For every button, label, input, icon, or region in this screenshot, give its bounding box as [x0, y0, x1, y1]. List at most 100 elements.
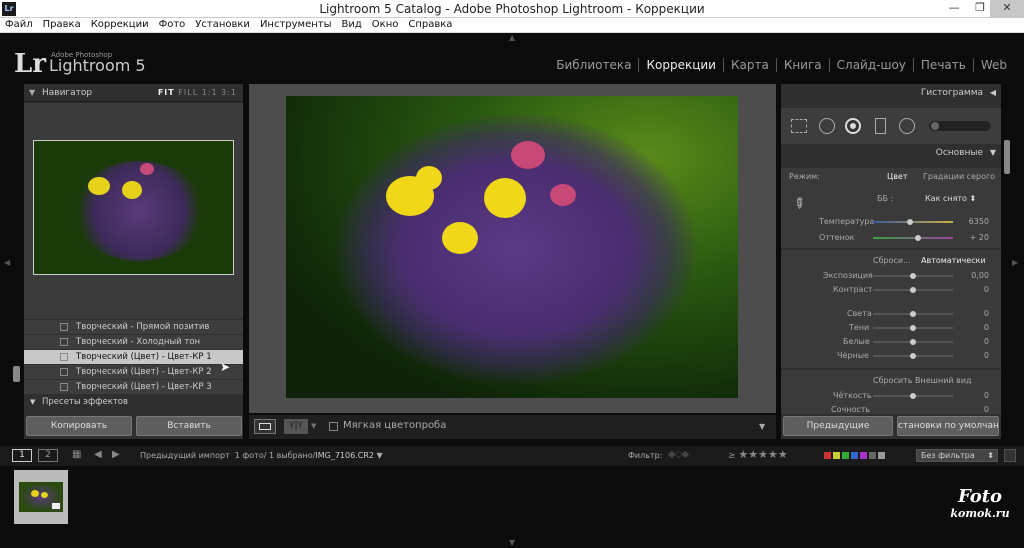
main-photo[interactable] [286, 96, 738, 398]
blacks-value[interactable]: 0 [984, 351, 989, 360]
tint-slider[interactable] [873, 235, 953, 241]
clarity-slider[interactable] [873, 393, 953, 399]
forward-arrow-icon[interactable]: ▶ [112, 449, 120, 460]
whites-knob[interactable] [910, 339, 916, 345]
blacks-knob[interactable] [910, 353, 916, 359]
basic-collapse-icon[interactable]: ▼ [990, 148, 996, 157]
histogram-collapse-icon[interactable]: ◀ [990, 88, 996, 97]
zoom-fill[interactable]: FILL [178, 88, 198, 97]
histogram-header[interactable]: Гистограмма ◀ [781, 88, 1001, 102]
loupe-view-icon[interactable] [254, 419, 276, 434]
module-book[interactable]: Книга [775, 58, 829, 72]
grid-icon[interactable]: ▦ [72, 449, 81, 460]
navigator-preview[interactable] [33, 140, 234, 275]
exposure-slider[interactable] [873, 273, 953, 279]
contrast-slider[interactable] [873, 287, 953, 293]
temp-slider[interactable] [873, 219, 953, 225]
vibrance-value[interactable]: 0 [984, 405, 989, 414]
primary-display-button[interactable]: 1 [12, 449, 32, 462]
module-print[interactable]: Печать [912, 58, 973, 72]
shadows-knob[interactable] [910, 325, 916, 331]
menu-file[interactable]: Файл [0, 18, 38, 32]
toolbar-menu-icon[interactable]: ▼ [759, 422, 765, 431]
exposure-value[interactable]: 0,00 [971, 271, 989, 280]
spot-removal-icon[interactable] [819, 118, 835, 134]
menu-help[interactable]: Справка [403, 18, 457, 32]
treatment-grayscale[interactable]: Градации серого [923, 172, 995, 181]
flag-filter-icons[interactable]: ◆◇◆ [668, 449, 689, 460]
exposure-knob[interactable] [910, 273, 916, 279]
brush-slider[interactable] [929, 121, 991, 131]
shadows-value[interactable]: 0 [984, 323, 989, 332]
blacks-slider[interactable] [873, 353, 953, 359]
right-panel-toggle-icon[interactable]: ▶ [1012, 258, 1018, 267]
paste-button[interactable]: Вставить [136, 416, 242, 436]
graduated-filter-icon[interactable] [875, 118, 886, 134]
secondary-display-button[interactable]: 2 [38, 449, 58, 462]
filmstrip-toggle-button[interactable] [1004, 449, 1016, 462]
contrast-knob[interactable] [910, 287, 916, 293]
preset-item[interactable]: Творческий (Цвет) - Цвет-КР 3 [24, 380, 243, 394]
treatment-color[interactable]: Цвет [887, 172, 908, 181]
presets-group-header[interactable]: ▼ Пресеты эффектов [24, 395, 243, 409]
zoom-fit[interactable]: FIT [158, 88, 175, 97]
filter-dropdown[interactable]: Без фильтра ⬍ [916, 449, 998, 462]
presence-reset-label[interactable]: Сбросить Внешний вид [873, 376, 972, 385]
preset-item-selected[interactable]: Творческий (Цвет) - Цвет-КР 1 [24, 350, 243, 364]
clarity-knob[interactable] [910, 393, 916, 399]
right-scrollbar-thumb[interactable] [1004, 140, 1010, 174]
clarity-value[interactable]: 0 [984, 391, 989, 400]
module-web[interactable]: Web [972, 58, 1014, 72]
module-map[interactable]: Карта [722, 58, 776, 72]
navigator-collapse-icon[interactable]: ▼ [29, 88, 35, 97]
preset-item[interactable]: Творческий - Прямой позитив [24, 320, 243, 334]
temp-knob[interactable] [907, 219, 913, 225]
highlights-slider[interactable] [873, 311, 953, 317]
before-after-dropdown-icon[interactable]: ▼ [311, 422, 316, 430]
left-panel-toggle-icon[interactable]: ◀ [4, 258, 10, 267]
menu-develop[interactable]: Коррекции [86, 18, 154, 32]
shadows-slider[interactable] [873, 325, 953, 331]
module-library[interactable]: Библиотека [549, 58, 638, 72]
radial-filter-icon[interactable] [899, 118, 915, 134]
left-scrollbar-thumb[interactable] [13, 366, 20, 382]
basic-header[interactable]: Основные ▼ [781, 148, 1001, 162]
module-slideshow[interactable]: Слайд-шоу [828, 58, 913, 72]
minimize-button[interactable]: — [940, 0, 968, 18]
menu-view[interactable]: Вид [337, 18, 367, 32]
menu-photo[interactable]: Фото [154, 18, 191, 32]
softproof-checkbox[interactable] [329, 422, 338, 431]
top-panel-toggle-icon[interactable]: ▲ [509, 33, 515, 42]
tint-knob[interactable] [915, 235, 921, 241]
close-button[interactable]: ✕ [990, 0, 1024, 18]
highlights-knob[interactable] [910, 311, 916, 317]
highlights-value[interactable]: 0 [984, 309, 989, 318]
filmstrip-cell[interactable] [14, 470, 68, 524]
contrast-value[interactable]: 0 [984, 285, 989, 294]
copy-button[interactable]: Копировать [26, 416, 132, 436]
navigator-header[interactable]: ▼ Навигатор FIT FILL 1:1 3:1 [24, 84, 243, 102]
back-arrow-icon[interactable]: ◀ [94, 449, 102, 460]
whites-slider[interactable] [873, 339, 953, 345]
module-develop[interactable]: Коррекции [638, 58, 723, 72]
wb-dropdown[interactable]: Как снято ⬍ [925, 194, 976, 203]
preset-item[interactable]: Творческий (Цвет) - Цвет-КР 2 [24, 365, 243, 379]
red-eye-icon[interactable] [845, 118, 861, 134]
preset-item[interactable]: Творческий - Холодный тон [24, 335, 243, 349]
menu-settings[interactable]: Установки [190, 18, 255, 32]
menu-tools[interactable]: Инструменты [255, 18, 337, 32]
before-after-icon[interactable]: Y|Y [284, 419, 308, 434]
previous-button[interactable]: Предыдущие [783, 416, 893, 436]
color-label-filter[interactable] [824, 452, 887, 462]
wb-eyedropper-icon[interactable]: ✎ [789, 194, 809, 214]
zoom-1-1[interactable]: 1:1 [202, 88, 218, 97]
crop-tool-icon[interactable] [791, 119, 807, 133]
zoom-3-1[interactable]: 3:1 [221, 88, 237, 97]
auto-tone-button[interactable]: Автоматически [921, 256, 986, 265]
temp-value[interactable]: 6350 [969, 217, 989, 226]
menu-edit[interactable]: Правка [38, 18, 86, 32]
bottom-panel-toggle-icon[interactable]: ▼ [509, 538, 515, 547]
tint-value[interactable]: + 20 [970, 233, 989, 242]
whites-value[interactable]: 0 [984, 337, 989, 346]
filmstrip-source[interactable]: Предыдущий импорт 1 фото/ 1 выбрано/IMG_… [140, 451, 383, 460]
